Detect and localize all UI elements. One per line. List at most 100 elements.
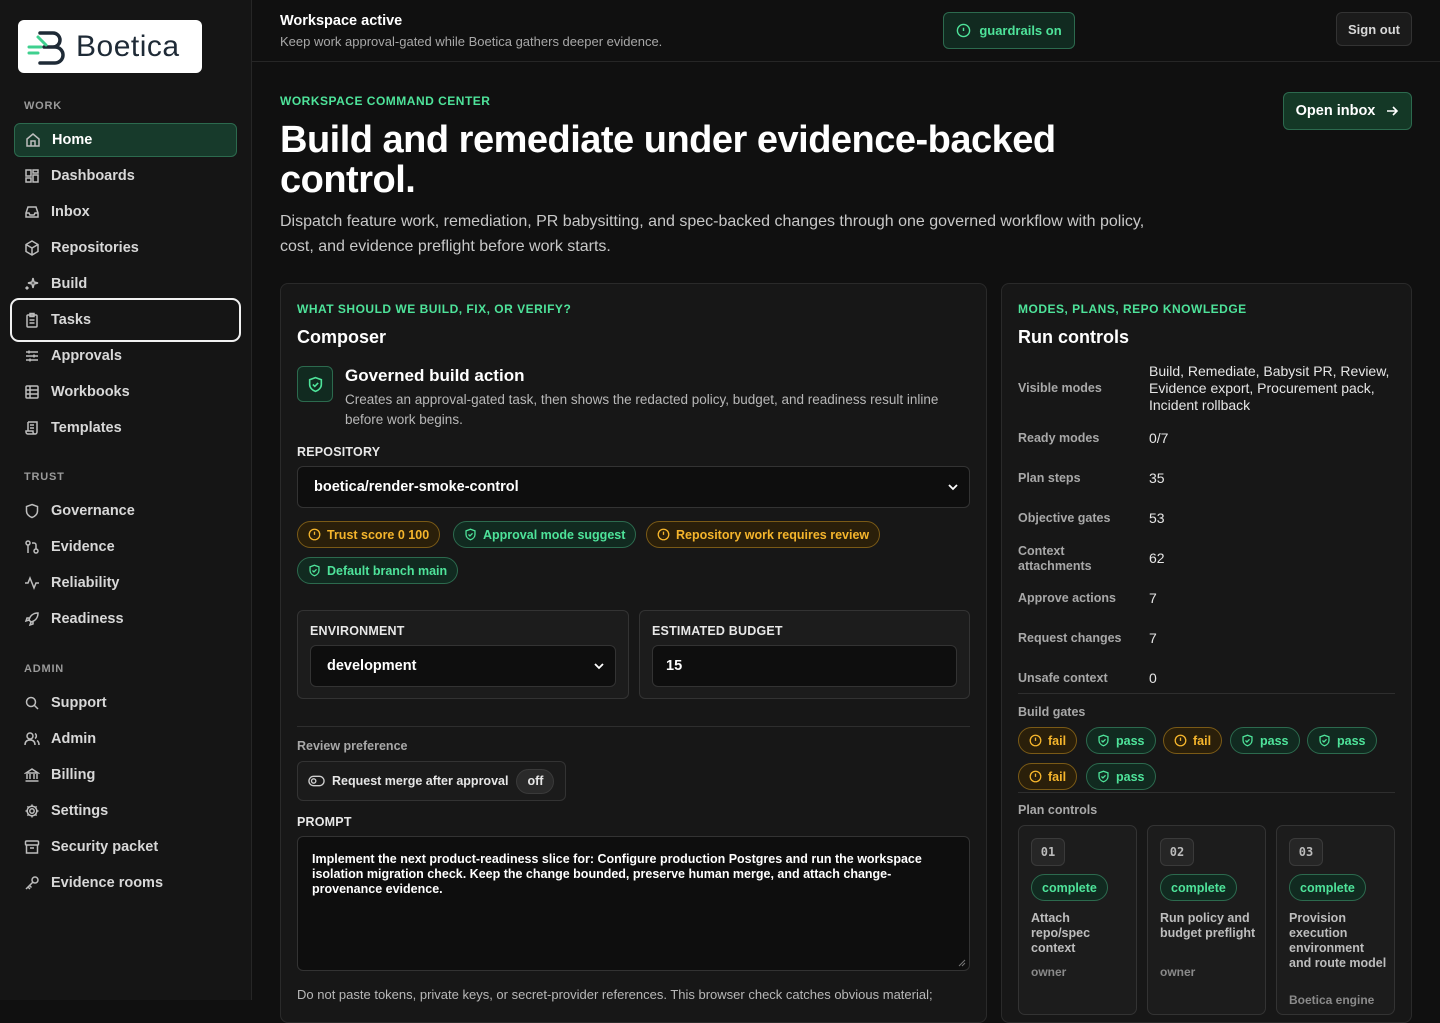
sidebar-item-tasks[interactable]: Tasks	[10, 298, 241, 342]
sidebar-item-label: Admin	[51, 731, 97, 747]
sidebar-section-work: WORK	[24, 100, 63, 112]
plan-card[interactable]: 03 complete Provision execution environm…	[1276, 825, 1395, 1015]
plan-status: complete	[1160, 874, 1237, 901]
sidebar-item-build[interactable]: Build	[14, 267, 237, 301]
kv-key: Visible modes	[1018, 381, 1102, 395]
sidebar-item-evidence[interactable]: Evidence	[14, 530, 237, 564]
plan-status: complete	[1289, 874, 1366, 901]
gate-chip: fail	[1018, 763, 1078, 790]
rocket-icon	[24, 611, 40, 627]
sidebar-item-approvals[interactable]: Approvals	[14, 339, 237, 373]
governed-action-icon-box	[297, 366, 333, 402]
kv-value: 53	[1149, 510, 1165, 526]
top-bar: Workspace active Keep work approval-gate…	[252, 0, 1440, 62]
sliders-icon	[24, 348, 40, 364]
sidebar-item-label: Inbox	[51, 204, 90, 220]
sidebar-item-label: Security packet	[51, 839, 159, 855]
sidebar-item-home[interactable]: Home	[14, 123, 237, 157]
search-icon	[24, 695, 40, 711]
sidebar-item-reliability[interactable]: Reliability	[14, 566, 237, 600]
prompt-textarea[interactable]: Implement the next product-readiness sli…	[297, 836, 970, 971]
kv-value: Build, Remediate, Babysit PR, Review, Ev…	[1149, 363, 1390, 413]
plan-owner: owner	[1031, 965, 1067, 979]
divider	[1018, 693, 1395, 694]
run-controls-title: Run controls	[1018, 327, 1129, 347]
review-preference-label: Review preference	[297, 739, 408, 753]
gate-status: pass	[1116, 769, 1145, 784]
table-icon	[24, 384, 40, 400]
plan-title: Provision execution environment and rout…	[1289, 911, 1387, 970]
repository-value: boetica/render-smoke-control	[314, 479, 519, 495]
sidebar-item-workbooks[interactable]: Workbooks	[14, 375, 237, 409]
brand-name: Boetica	[76, 29, 180, 63]
brand-logo[interactable]: Boetica	[18, 20, 202, 73]
sign-out-button[interactable]: Sign out	[1336, 12, 1412, 46]
sidebar-item-inbox[interactable]: Inbox	[14, 195, 237, 229]
repository-select[interactable]: boetica/render-smoke-control	[297, 466, 970, 508]
sidebar-item-label: Build	[51, 276, 88, 292]
sidebar-item-admin[interactable]: Admin	[14, 722, 237, 756]
chip-label: Default branch main	[327, 563, 448, 578]
plan-number: 01	[1031, 838, 1065, 866]
guardrails-label: guardrails on	[979, 23, 1062, 38]
sidebar-item-label: Tasks	[51, 312, 92, 328]
key-icon	[24, 875, 40, 891]
sidebar-item-label: Billing	[51, 767, 96, 783]
chip-label: Trust score 0 100	[327, 527, 430, 542]
sidebar-item-label: Support	[51, 695, 107, 711]
sidebar-item-dashboards[interactable]: Dashboards	[14, 159, 237, 193]
kv-key: Ready modes	[1018, 431, 1100, 445]
environment-select[interactable]: development	[310, 645, 616, 687]
composer-eyebrow: WHAT SHOULD WE BUILD, FIX, OR VERIFY?	[297, 302, 572, 316]
gate-status: fail	[1048, 733, 1067, 748]
build-gates-label: Build gates	[1018, 705, 1086, 719]
default-branch-chip: Default branch main	[297, 557, 459, 584]
shield-check-icon	[1319, 734, 1330, 747]
kv-value: 62	[1149, 550, 1165, 566]
budget-input[interactable]: 15	[652, 645, 957, 687]
gate-chip: pass	[1086, 763, 1156, 790]
plan-card[interactable]: 02 complete Run policy and budget prefli…	[1147, 825, 1266, 1015]
sidebar-item-support[interactable]: Support	[14, 686, 237, 720]
home-icon	[25, 132, 41, 148]
info-icon	[957, 23, 971, 38]
page-title: Build and remediate under evidence-backe…	[280, 119, 1056, 201]
alert-circle-icon	[1174, 734, 1187, 747]
sidebar-item-readiness[interactable]: Readiness	[14, 602, 237, 636]
shield-check-icon	[1242, 734, 1253, 747]
gate-status: pass	[1116, 733, 1145, 748]
merge-after-approval-toggle[interactable]: Request merge after approval off	[297, 761, 566, 801]
divider	[1018, 792, 1395, 793]
sidebar-item-label: Evidence rooms	[51, 875, 164, 891]
sidebar-item-templates[interactable]: Templates	[14, 411, 237, 445]
plan-card[interactable]: 01 complete Attach repo/spec context own…	[1018, 825, 1137, 1015]
open-inbox-label: Open inbox	[1295, 103, 1376, 119]
archive-icon	[24, 839, 40, 855]
clipboard-icon	[24, 312, 40, 328]
sidebar-item-repositories[interactable]: Repositories	[14, 231, 237, 265]
guardrails-badge[interactable]: guardrails on	[943, 12, 1075, 49]
shield-check-icon	[465, 528, 476, 541]
gate-chip: pass	[1307, 727, 1377, 754]
prompt-label: PROMPT	[297, 815, 352, 829]
sidebar-item-billing[interactable]: Billing	[14, 758, 237, 792]
kv-key: Approve actions	[1018, 591, 1116, 605]
sidebar-item-security-packet[interactable]: Security packet	[14, 830, 237, 864]
sidebar-item-label: Templates	[51, 420, 122, 436]
sidebar-item-settings[interactable]: Settings	[14, 794, 237, 828]
budget-value: 15	[666, 658, 683, 674]
kv-key: Request changes	[1018, 631, 1122, 645]
sidebar-item-label: Repositories	[51, 240, 139, 256]
resize-handle-icon[interactable]	[958, 959, 966, 967]
chevron-down-icon	[948, 484, 958, 491]
sidebar-item-governance[interactable]: Governance	[14, 494, 237, 528]
workspace-status-subtitle: Keep work approval-gated while Boetica g…	[280, 34, 663, 49]
gate-status: pass	[1260, 733, 1289, 748]
environment-value: development	[327, 658, 417, 674]
sidebar-item-label: Dashboards	[51, 168, 135, 184]
open-inbox-button[interactable]: Open inbox	[1283, 92, 1412, 130]
plan-number: 03	[1289, 838, 1323, 866]
sidebar-item-evidence-rooms[interactable]: Evidence rooms	[14, 866, 237, 900]
plan-status: complete	[1031, 874, 1108, 901]
kv-value: 7	[1149, 630, 1157, 646]
